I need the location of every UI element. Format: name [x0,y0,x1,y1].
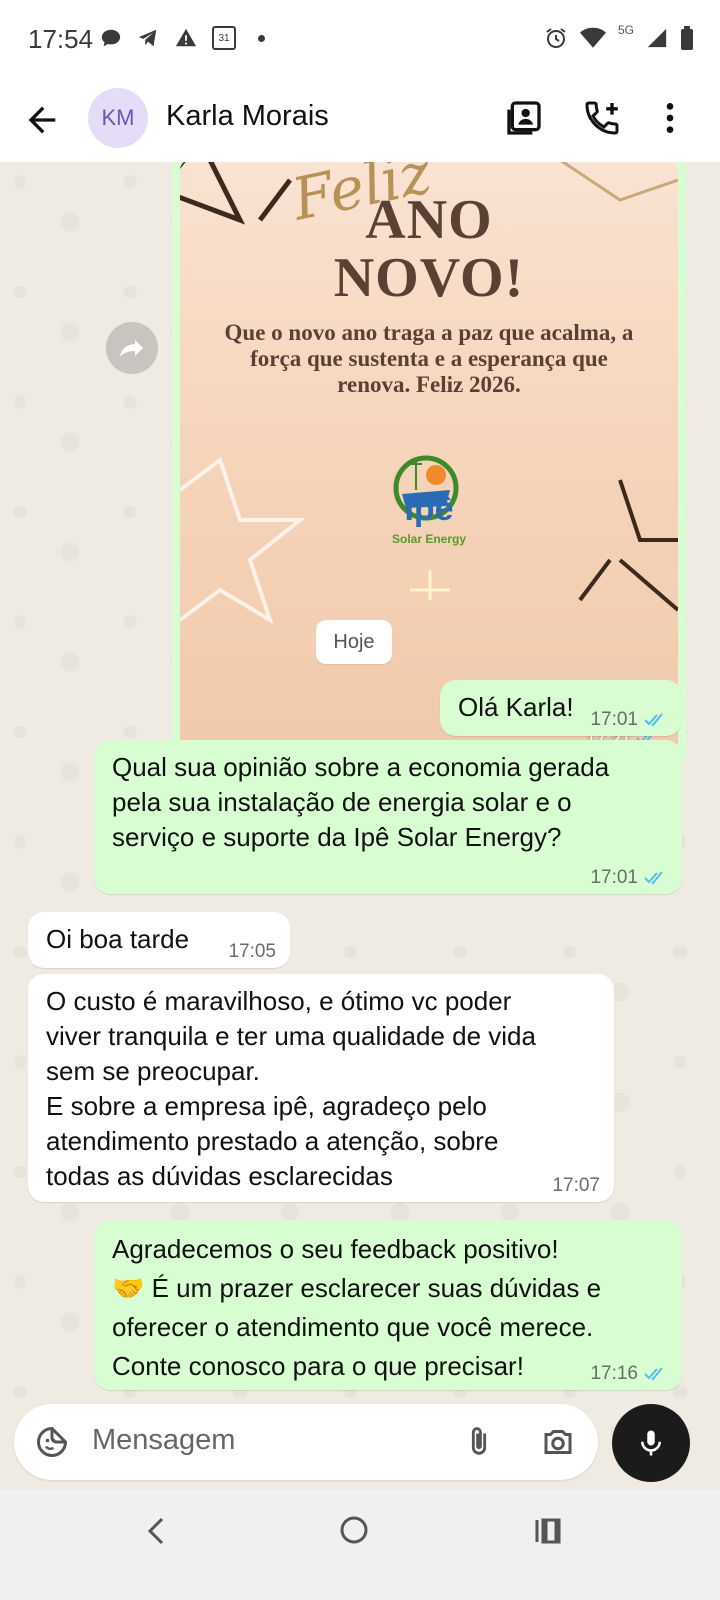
card-message: Que o novo ano traga a paz que acalma, a… [224,320,634,397]
message-meta: 17:16 [590,1364,668,1384]
message-meta: 17:01 [590,868,668,888]
network-type-label: 5G [617,23,634,37]
message-text: O custo é maravilhoso, e ótimo vc poder … [46,986,536,1191]
nav-home-icon[interactable] [338,1514,370,1546]
read-ticks-icon [644,713,663,727]
alarm-icon [546,28,566,48]
message-text: Oi boa tarde [46,924,190,954]
message-composer[interactable]: Mensagem [14,1404,598,1480]
chat-header: KM Karla Morais [0,80,720,162]
logo-name: Ipê [404,490,454,528]
incoming-message[interactable]: Oi boa tarde 17:05 [28,912,290,968]
contact-card-icon[interactable] [504,98,544,138]
message-time: 17:05 [228,941,276,962]
message-text: Olá Karla! [458,692,574,722]
calendar-icon: 31 [212,26,236,50]
avatar-initials: KM [101,105,135,130]
add-call-icon[interactable] [582,98,622,138]
attach-icon[interactable] [462,1424,496,1460]
read-ticks-icon [644,1367,663,1381]
voice-message-button[interactable] [612,1404,690,1482]
status-bar: 17:54 31 5G [0,0,720,80]
message-meta: 17:07 [552,1176,600,1196]
card-title-line2: NOVO! [333,247,525,309]
status-time: 17:54 [28,24,94,54]
incoming-message[interactable]: O custo é maravilhoso, e ótimo vc poder … [28,974,614,1202]
message-input[interactable]: Mensagem [92,1424,235,1457]
message-meta: 17:01 [590,710,668,730]
message-text: Agradecemos o seu feedback positivo! 🤝 É… [112,1234,602,1381]
message-time: 17:01 [590,709,638,730]
card-title-line1: ANO [365,189,493,251]
wifi-icon [579,27,606,48]
avatar[interactable]: KM [88,88,148,148]
chat-notification-icon [101,29,121,47]
date-divider: Hoje [316,620,392,664]
microphone-icon [641,1430,661,1456]
outgoing-message[interactable]: Qual sua opinião sobre a economia gerada… [94,740,682,894]
message-time: 17:16 [590,1363,638,1384]
dot-icon [258,34,265,42]
outgoing-message[interactable]: Olá Karla! 17:01 [440,680,682,736]
back-arrow-icon[interactable] [22,100,62,140]
warning-icon [175,28,197,47]
message-time: 17:01 [590,867,638,888]
chat-area[interactable]: Feliz ANO NOVO! Que o novo ano traga a p… [0,162,720,1524]
more-options-icon[interactable] [650,98,690,138]
system-navigation-bar [0,1490,720,1600]
read-ticks-icon [644,871,663,885]
outgoing-message[interactable]: Agradecemos o seu feedback positivo! 🤝 É… [94,1220,682,1390]
message-text: Qual sua opinião sobre a economia gerada… [112,752,610,852]
contact-name[interactable]: Karla Morais [166,100,329,133]
forward-button[interactable] [106,322,158,374]
telegram-icon [138,29,157,47]
nav-back-icon[interactable] [144,1516,166,1546]
image-message[interactable]: Feliz ANO NOVO! Que o novo ano traga a p… [172,162,686,768]
message-meta: 17:05 [228,942,276,962]
battery-icon [681,26,693,50]
sticker-icon[interactable] [34,1424,70,1460]
signal-icon [647,28,667,48]
new-year-card-image[interactable]: Feliz ANO NOVO! Que o novo ano traga a p… [180,162,678,760]
camera-icon[interactable] [540,1424,576,1460]
message-time: 17:07 [552,1175,600,1196]
nav-recents-icon[interactable] [532,1516,564,1546]
forward-icon [120,340,143,357]
logo-tagline: Solar Energy [391,532,467,546]
